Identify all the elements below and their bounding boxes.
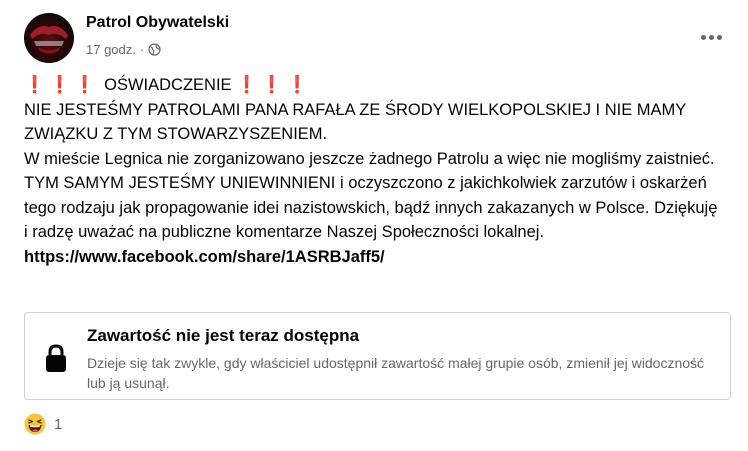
unavailable-description: Dzieje się tak zwykle, gdy właściciel ud… [87,355,705,391]
more-options-button[interactable] [694,24,728,50]
post-meta: 17 godz. · [86,42,161,57]
statement-heading-line: ❗❗❗ OŚWIADCZENIE ❗❗❗ [24,73,724,98]
author-name[interactable]: Patrol Obywatelski [86,14,229,32]
post-text: ❗❗❗ OŚWIADCZENIE ❗❗❗ NIE JESTEŚMY PATROL… [24,73,724,269]
post-card: Patrol Obywatelski 17 godz. · ❗❗❗ OŚWIAD… [0,0,748,451]
unavailable-title: Zawartość nie jest teraz dostępna [87,326,360,345]
avatar[interactable] [24,13,74,63]
reactions-count: 1 [54,415,63,433]
lock-icon [46,344,66,372]
post-timestamp[interactable]: 17 godz. [86,42,136,57]
more-dot [716,34,722,40]
statement-heading: OŚWIADCZENIE [104,76,232,94]
reactions-summary[interactable]: 1 [24,412,62,436]
share-link[interactable]: https://www.facebook.com/share/1ASRBJaff… [24,248,385,266]
globe-icon[interactable] [148,43,161,56]
statement-line-2: W mieście Legnica nie zorganizowano jesz… [24,149,718,242]
avatar-image-icon [30,26,68,54]
exclamation-marks-icon: ❗❗❗ [24,75,100,94]
exclamation-marks-icon: ❗❗❗ [236,75,312,94]
meta-separator: · [139,42,145,57]
more-dot [708,34,714,40]
unavailable-attachment[interactable]: Zawartość nie jest teraz dostępna Dzieje… [24,312,731,400]
more-horizontal-icon [700,34,706,40]
grinning-squinting-emoji-icon [24,413,46,435]
statement-line-1: NIE JESTEŚMY PATROLAMI PANA RAFAŁA ZE ŚR… [24,100,687,144]
